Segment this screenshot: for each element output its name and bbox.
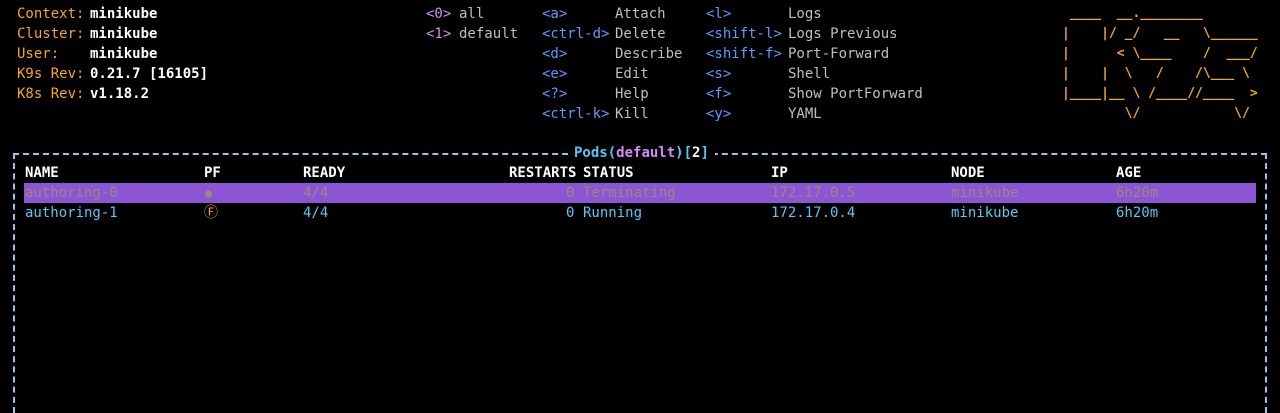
header-ready[interactable]: READY (303, 163, 345, 183)
logo-line-5: |____|__ \ /____//____ > (1062, 86, 1258, 101)
header-pf[interactable]: PF (204, 163, 221, 183)
shortcut-label-kill[interactable]: Kill (615, 104, 649, 124)
shortcut-label-logs-previous[interactable]: Logs Previous (788, 24, 898, 44)
pf-dot-icon: ● (205, 186, 213, 200)
shortcut-label-help[interactable]: Help (615, 84, 649, 104)
title-resource: Pods (574, 145, 608, 161)
header-node[interactable]: NODE (951, 163, 985, 183)
title-close: ) (675, 145, 684, 161)
shortcut-key-logs-previous[interactable]: <shift-l> (706, 24, 782, 44)
logo-line-4: | | \ / /\___ \ (1062, 66, 1258, 81)
shortcut-key-describe[interactable]: <d> (542, 44, 567, 64)
shortcut-key-port-forward[interactable]: <shift-f> (706, 44, 782, 64)
header-restarts[interactable]: RESTARTS (509, 163, 576, 183)
logo-line-6: \/ \/ (1062, 106, 1258, 121)
header-ip[interactable]: IP (771, 163, 788, 183)
cell-name: authoring-1 (25, 205, 118, 221)
title-namespace: default (616, 145, 676, 161)
cell-status: Running (583, 205, 643, 221)
k8s-rev-value: v1.18.2 (90, 86, 150, 102)
user-label: User: (17, 46, 60, 62)
shortcut-label-logs[interactable]: Logs (788, 4, 822, 24)
shortcut-label-show-portforward[interactable]: Show PortForward (788, 84, 923, 104)
context-label: Context: (17, 6, 85, 22)
header-name[interactable]: NAME (25, 163, 59, 183)
namespace-label-all[interactable]: all (459, 4, 484, 24)
shortcut-key-edit[interactable]: <e> (542, 64, 567, 84)
shortcut-label-delete[interactable]: Delete (615, 24, 666, 44)
shortcut-key-help[interactable]: <?> (542, 84, 567, 104)
logo-line-2: | |/ _/ __ \______ (1062, 26, 1258, 41)
k9s-rev-value: 0.21.7 [16105] (90, 66, 209, 82)
title-open: ( (607, 145, 617, 161)
cell-ip: 172.17.0.5 (771, 185, 856, 201)
header-age[interactable]: AGE (1116, 163, 1141, 183)
shortcut-label-attach[interactable]: Attach (615, 4, 666, 24)
title-count-close: ] (700, 145, 709, 161)
cell-ready: 4/4 (303, 205, 329, 221)
shortcut-label-yaml[interactable]: YAML (788, 104, 822, 124)
cell-node: minikube (951, 185, 1019, 201)
shortcut-key-shell[interactable]: <s> (706, 64, 731, 84)
port-forward-icon: Ⓕ (204, 205, 218, 221)
header-status[interactable]: STATUS (583, 163, 634, 183)
shortcut-label-describe[interactable]: Describe (615, 44, 682, 64)
namespace-key-default[interactable]: <1> (426, 24, 451, 44)
cell-age: 6h20m (1116, 185, 1159, 201)
user-value: minikube (90, 46, 158, 62)
title-count-open: [ (683, 145, 693, 161)
context-value: minikube (90, 6, 158, 22)
cell-ip: 172.17.0.4 (771, 205, 856, 221)
shortcut-label-edit[interactable]: Edit (615, 64, 649, 84)
cell-status: Terminating (583, 185, 676, 201)
k8s-rev-label: K8s Rev: (17, 86, 85, 102)
cell-age: 6h20m (1116, 205, 1159, 221)
cell-ready: 4/4 (303, 185, 329, 201)
cell-name: authoring-0 (25, 185, 118, 201)
logo-line-1: ____ __.________ (1062, 6, 1258, 21)
cell-node: minikube (951, 205, 1019, 221)
namespace-key-all[interactable]: <0> (426, 4, 451, 24)
shortcut-label-shell[interactable]: Shell (788, 64, 830, 84)
cluster-label: Cluster: (17, 26, 85, 42)
k9s-rev-label: K9s Rev: (17, 66, 85, 82)
shortcut-key-logs[interactable]: <l> (706, 4, 731, 24)
cluster-value: minikube (90, 26, 158, 42)
namespace-label-default[interactable]: default (459, 24, 518, 44)
cell-restarts: 0 (566, 185, 575, 201)
shortcut-label-port-forward[interactable]: Port-Forward (788, 44, 889, 64)
shortcut-key-show-portforward[interactable]: <f> (706, 84, 731, 104)
logo-line-3: | < \____ / ___/ (1062, 46, 1258, 61)
pods-table-title: Pods(default)[2] (568, 143, 715, 163)
shortcut-key-yaml[interactable]: <y> (706, 104, 731, 124)
shortcut-key-kill[interactable]: <ctrl-k> (542, 104, 609, 124)
cell-restarts: 0 (566, 205, 575, 221)
shortcut-key-delete[interactable]: <ctrl-d> (542, 24, 609, 44)
shortcut-key-attach[interactable]: <a> (542, 4, 567, 24)
